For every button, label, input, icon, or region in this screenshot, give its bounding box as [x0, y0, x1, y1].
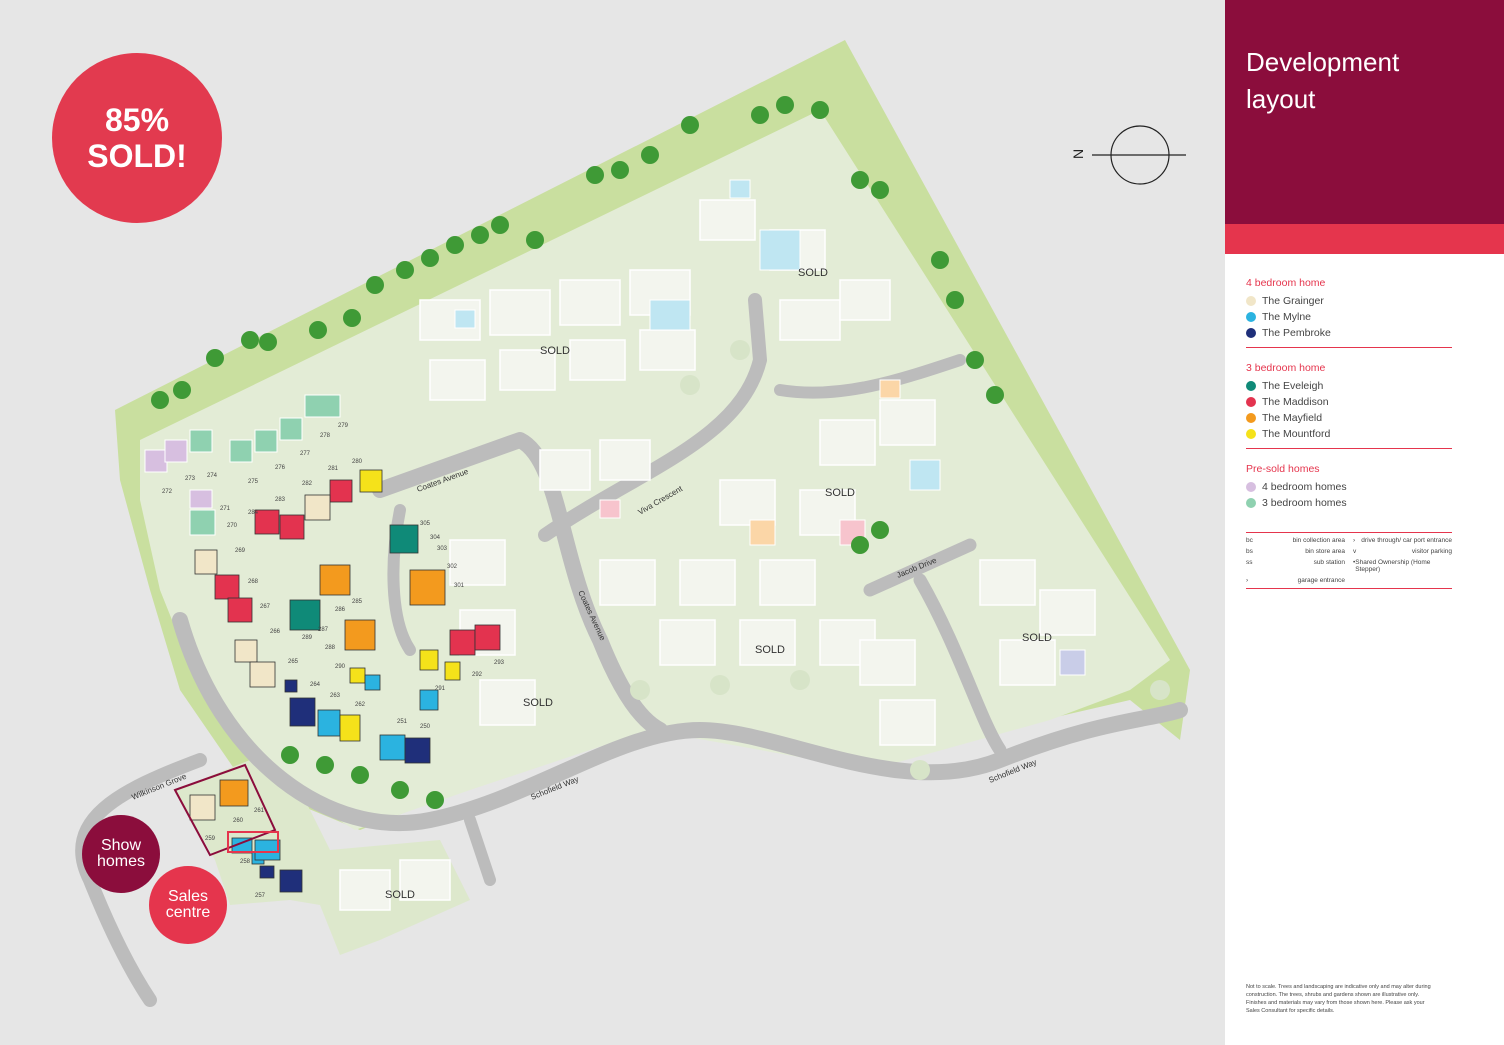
- legend-pre-sold: Pre-sold homes 4 bedroom homes 3 bedroom…: [1246, 463, 1347, 509]
- svg-text:257: 257: [255, 893, 266, 899]
- north-compass-icon: N: [1070, 125, 1186, 185]
- svg-text:281: 281: [328, 466, 339, 472]
- svg-text:264: 264: [310, 682, 321, 688]
- disclaimer-text: Not to scale. Trees and landscaping are …: [1246, 984, 1431, 1014]
- svg-text:260: 260: [233, 818, 244, 824]
- svg-text:269: 269: [235, 548, 246, 554]
- svg-text:279: 279: [338, 423, 349, 429]
- svg-text:304: 304: [430, 535, 441, 541]
- svg-text:251: 251: [397, 719, 408, 725]
- sold-label: SOLD: [385, 889, 415, 901]
- show-homes-bubble: Show homes: [82, 815, 160, 893]
- symbol-key: bc bin collection area › drive through/ ca…: [1246, 532, 1452, 589]
- svg-text:259: 259: [205, 836, 216, 842]
- svg-text:274: 274: [207, 473, 218, 479]
- svg-text:286: 286: [335, 607, 346, 613]
- svg-text:263: 263: [330, 693, 341, 699]
- svg-text:266: 266: [270, 629, 281, 635]
- svg-text:287: 287: [318, 627, 329, 633]
- title-block: Development layout: [1225, 0, 1504, 224]
- svg-text:280: 280: [352, 459, 363, 465]
- svg-text:305: 305: [420, 521, 431, 527]
- svg-text:288: 288: [325, 645, 336, 651]
- legend-sidebar: Development layout 4 bedroom home The Gr…: [1225, 0, 1504, 1045]
- svg-text:278: 278: [320, 433, 331, 439]
- svg-text:270: 270: [227, 523, 238, 529]
- sold-label: SOLD: [798, 267, 828, 279]
- svg-text:277: 277: [300, 451, 311, 457]
- legend-4-bedroom: 4 bedroom home The Grainger The Mylne Th…: [1246, 277, 1452, 358]
- sold-label: SOLD: [755, 644, 785, 656]
- sales-centre-bubble: Sales centre: [149, 866, 227, 944]
- svg-text:282: 282: [302, 481, 313, 487]
- svg-text:275: 275: [248, 479, 259, 485]
- svg-text:271: 271: [220, 506, 231, 512]
- compass-north-label: N: [1070, 149, 1086, 159]
- badge-percent: 85%: [104, 102, 170, 138]
- svg-text:302: 302: [447, 564, 458, 570]
- svg-text:272: 272: [162, 489, 173, 495]
- svg-text:293: 293: [494, 660, 505, 666]
- sold-label: SOLD: [540, 345, 570, 357]
- svg-text:283: 283: [275, 497, 286, 503]
- svg-text:276: 276: [275, 465, 286, 471]
- sold-label: SOLD: [1022, 632, 1052, 644]
- svg-text:268: 268: [248, 579, 259, 585]
- title-stripe: [1225, 224, 1504, 254]
- page-title: Development layout: [1246, 47, 1400, 114]
- svg-text:258: 258: [240, 859, 251, 865]
- svg-text:291: 291: [435, 686, 446, 692]
- sold-label: SOLD: [523, 697, 553, 709]
- badge-sold: SOLD!: [87, 138, 187, 174]
- svg-text:267: 267: [260, 604, 271, 610]
- svg-text:261: 261: [254, 808, 265, 814]
- svg-text:289: 289: [302, 635, 313, 641]
- svg-text:284: 284: [248, 510, 259, 516]
- svg-text:262: 262: [355, 702, 366, 708]
- svg-text:265: 265: [288, 659, 299, 665]
- svg-text:292: 292: [472, 672, 483, 678]
- svg-text:273: 273: [185, 476, 196, 482]
- svg-text:290: 290: [335, 664, 346, 670]
- svg-text:250: 250: [420, 724, 431, 730]
- sold-label: SOLD: [825, 487, 855, 499]
- svg-text:285: 285: [352, 599, 363, 605]
- sold-percentage-badge: 85% SOLD!: [52, 53, 222, 223]
- legend-3-bedroom: 3 bedroom home The Eveleigh The Maddison…: [1246, 362, 1452, 459]
- svg-text:303: 303: [437, 546, 448, 552]
- svg-text:301: 301: [454, 583, 465, 589]
